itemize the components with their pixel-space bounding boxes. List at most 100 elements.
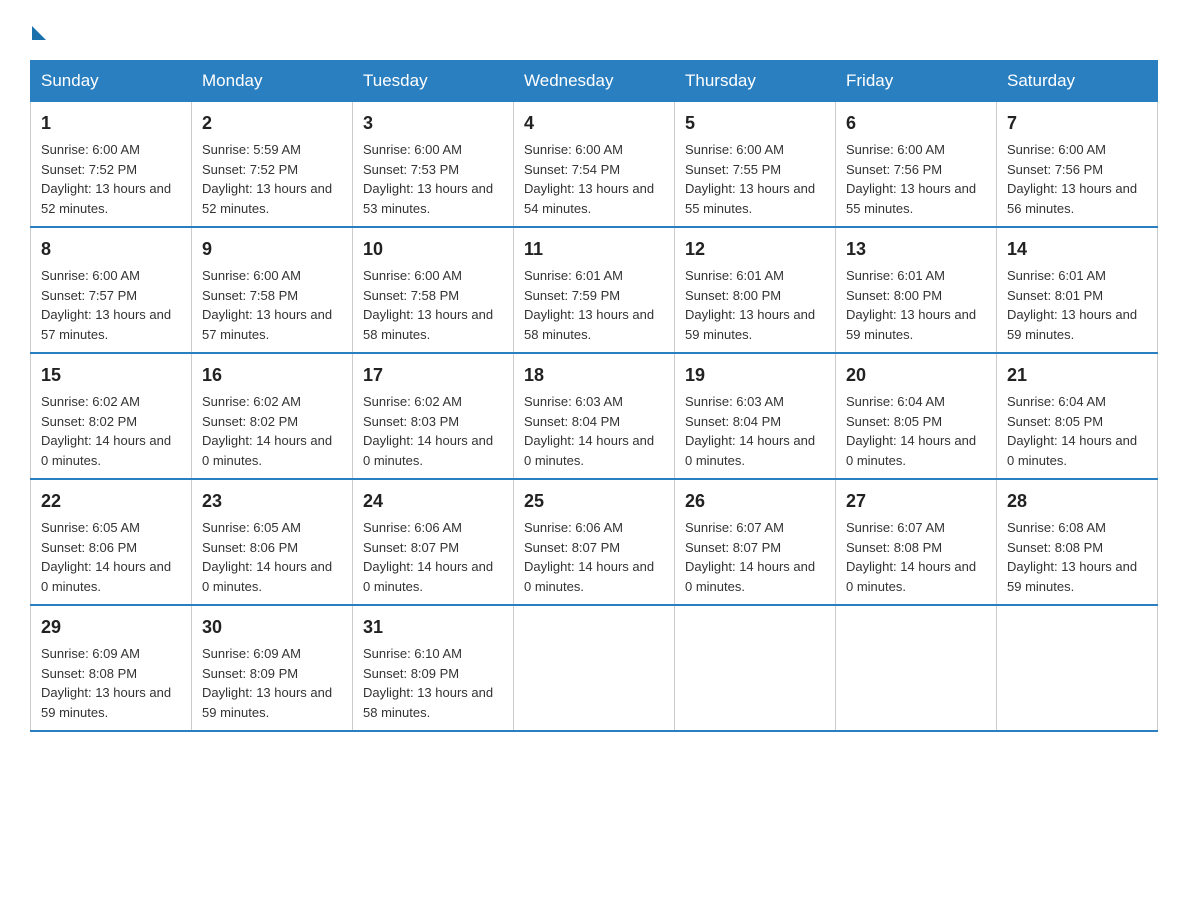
day-info: Sunrise: 6:01 AMSunset: 8:01 PMDaylight:… — [1007, 266, 1147, 344]
day-info: Sunrise: 6:06 AMSunset: 8:07 PMDaylight:… — [363, 518, 503, 596]
calendar-cell: 16 Sunrise: 6:02 AMSunset: 8:02 PMDayligh… — [192, 353, 353, 479]
calendar-cell: 17Sunrise: 6:02 AMSunset: 8:03 PMDayligh… — [353, 353, 514, 479]
day-number: 2 — [202, 110, 342, 137]
day-number: 24 — [363, 488, 503, 515]
calendar-week-row: 29Sunrise: 6:09 AMSunset: 8:08 PMDayligh… — [31, 605, 1158, 731]
day-number: 20 — [846, 362, 986, 389]
day-info: Sunrise: 6:07 AMSunset: 8:07 PMDaylight:… — [685, 518, 825, 596]
day-number: 16 — [202, 362, 342, 389]
day-info: Sunrise: 6:03 AMSunset: 8:04 PMDaylight:… — [685, 392, 825, 470]
calendar-cell: 29Sunrise: 6:09 AMSunset: 8:08 PMDayligh… — [31, 605, 192, 731]
calendar-cell: 19 Sunrise: 6:03 AMSunset: 8:04 PMDayligh… — [675, 353, 836, 479]
calendar-cell — [675, 605, 836, 731]
day-number: 23 — [202, 488, 342, 515]
day-number: 9 — [202, 236, 342, 263]
day-number: 3 — [363, 110, 503, 137]
day-info: Sunrise: 6:00 AMSunset: 7:55 PMDaylight:… — [685, 140, 825, 218]
day-number: 28 — [1007, 488, 1147, 515]
header-thursday: Thursday — [675, 61, 836, 102]
calendar-week-row: 22Sunrise: 6:05 AMSunset: 8:06 PMDayligh… — [31, 479, 1158, 605]
day-number: 18 — [524, 362, 664, 389]
calendar-cell: 7 Sunrise: 6:00 AMSunset: 7:56 PMDaylight… — [997, 102, 1158, 228]
day-info: Sunrise: 6:02 AMSunset: 8:02 PMDaylight:… — [202, 392, 342, 470]
calendar-cell: 12 Sunrise: 6:01 AMSunset: 8:00 PMDayligh… — [675, 227, 836, 353]
calendar-cell: 10Sunrise: 6:00 AMSunset: 7:58 PMDayligh… — [353, 227, 514, 353]
calendar-cell: 14Sunrise: 6:01 AMSunset: 8:01 PMDayligh… — [997, 227, 1158, 353]
day-info: Sunrise: 6:00 AMSunset: 7:52 PMDaylight:… — [41, 140, 181, 218]
day-info: Sunrise: 6:03 AMSunset: 8:04 PMDaylight:… — [524, 392, 664, 470]
calendar-cell: 23 Sunrise: 6:05 AMSunset: 8:06 PMDayligh… — [192, 479, 353, 605]
calendar-cell: 15Sunrise: 6:02 AMSunset: 8:02 PMDayligh… — [31, 353, 192, 479]
day-info: Sunrise: 6:10 AMSunset: 8:09 PMDaylight:… — [363, 644, 503, 722]
day-info: Sunrise: 6:09 AMSunset: 8:09 PMDaylight:… — [202, 644, 342, 722]
calendar-week-row: 1 Sunrise: 6:00 AMSunset: 7:52 PMDaylight… — [31, 102, 1158, 228]
day-number: 4 — [524, 110, 664, 137]
page-header — [30, 20, 1158, 42]
calendar-cell: 8 Sunrise: 6:00 AMSunset: 7:57 PMDaylight… — [31, 227, 192, 353]
day-info: Sunrise: 6:01 AMSunset: 8:00 PMDaylight:… — [685, 266, 825, 344]
day-info: Sunrise: 6:07 AMSunset: 8:08 PMDaylight:… — [846, 518, 986, 596]
day-number: 1 — [41, 110, 181, 137]
calendar-cell: 27 Sunrise: 6:07 AMSunset: 8:08 PMDayligh… — [836, 479, 997, 605]
day-number: 27 — [846, 488, 986, 515]
day-info: Sunrise: 6:01 AMSunset: 8:00 PMDaylight:… — [846, 266, 986, 344]
day-info: Sunrise: 6:05 AMSunset: 8:06 PMDaylight:… — [41, 518, 181, 596]
calendar-table: SundayMondayTuesdayWednesdayThursdayFrid… — [30, 60, 1158, 732]
calendar-cell: 3 Sunrise: 6:00 AMSunset: 7:53 PMDaylight… — [353, 102, 514, 228]
logo-triangle-icon — [32, 26, 46, 40]
day-number: 15 — [41, 362, 181, 389]
header-tuesday: Tuesday — [353, 61, 514, 102]
calendar-cell — [997, 605, 1158, 731]
calendar-header-row: SundayMondayTuesdayWednesdayThursdayFrid… — [31, 61, 1158, 102]
day-number: 6 — [846, 110, 986, 137]
day-info: Sunrise: 6:00 AMSunset: 7:53 PMDaylight:… — [363, 140, 503, 218]
day-info: Sunrise: 6:00 AMSunset: 7:56 PMDaylight:… — [846, 140, 986, 218]
calendar-cell: 21Sunrise: 6:04 AMSunset: 8:05 PMDayligh… — [997, 353, 1158, 479]
calendar-cell: 5 Sunrise: 6:00 AMSunset: 7:55 PMDaylight… — [675, 102, 836, 228]
day-info: Sunrise: 6:06 AMSunset: 8:07 PMDaylight:… — [524, 518, 664, 596]
day-info: Sunrise: 6:01 AMSunset: 7:59 PMDaylight:… — [524, 266, 664, 344]
calendar-cell: 13Sunrise: 6:01 AMSunset: 8:00 PMDayligh… — [836, 227, 997, 353]
day-info: Sunrise: 6:00 AMSunset: 7:54 PMDaylight:… — [524, 140, 664, 218]
day-number: 5 — [685, 110, 825, 137]
calendar-cell: 31 Sunrise: 6:10 AMSunset: 8:09 PMDayligh… — [353, 605, 514, 731]
calendar-cell: 18 Sunrise: 6:03 AMSunset: 8:04 PMDayligh… — [514, 353, 675, 479]
day-number: 7 — [1007, 110, 1147, 137]
day-info: Sunrise: 6:04 AMSunset: 8:05 PMDaylight:… — [1007, 392, 1147, 470]
day-info: Sunrise: 6:04 AMSunset: 8:05 PMDaylight:… — [846, 392, 986, 470]
day-info: Sunrise: 6:02 AMSunset: 8:03 PMDaylight:… — [363, 392, 503, 470]
day-number: 31 — [363, 614, 503, 641]
day-number: 12 — [685, 236, 825, 263]
day-number: 29 — [41, 614, 181, 641]
day-info: Sunrise: 6:00 AMSunset: 7:58 PMDaylight:… — [202, 266, 342, 344]
header-wednesday: Wednesday — [514, 61, 675, 102]
calendar-cell — [514, 605, 675, 731]
calendar-cell: 9 Sunrise: 6:00 AMSunset: 7:58 PMDaylight… — [192, 227, 353, 353]
day-info: Sunrise: 5:59 AMSunset: 7:52 PMDaylight:… — [202, 140, 342, 218]
calendar-week-row: 15 Sunrise: 6:02 AMSunset: 8:02 PMDayligh… — [31, 353, 1158, 479]
header-monday: Monday — [192, 61, 353, 102]
calendar-week-row: 8 Sunrise: 6:00 AMSunset: 7:57 PMDaylight… — [31, 227, 1158, 353]
calendar-cell: 11 Sunrise: 6:01 AMSunset: 7:59 PMDayligh… — [514, 227, 675, 353]
day-info: Sunrise: 6:00 AMSunset: 7:57 PMDaylight:… — [41, 266, 181, 344]
calendar-cell: 22Sunrise: 6:05 AMSunset: 8:06 PMDayligh… — [31, 479, 192, 605]
calendar-cell: 24 Sunrise: 6:06 AMSunset: 8:07 PMDayligh… — [353, 479, 514, 605]
day-info: Sunrise: 6:08 AMSunset: 8:08 PMDaylight:… — [1007, 518, 1147, 596]
calendar-cell: 6 Sunrise: 6:00 AMSunset: 7:56 PMDaylight… — [836, 102, 997, 228]
day-number: 19 — [685, 362, 825, 389]
calendar-cell: 25 Sunrise: 6:06 AMSunset: 8:07 PMDayligh… — [514, 479, 675, 605]
day-number: 8 — [41, 236, 181, 263]
calendar-cell: 20 Sunrise: 6:04 AMSunset: 8:05 PMDayligh… — [836, 353, 997, 479]
day-info: Sunrise: 6:00 AMSunset: 7:56 PMDaylight:… — [1007, 140, 1147, 218]
calendar-cell: 2 Sunrise: 5:59 AMSunset: 7:52 PMDaylight… — [192, 102, 353, 228]
day-number: 11 — [524, 236, 664, 263]
day-info: Sunrise: 6:00 AMSunset: 7:58 PMDaylight:… — [363, 266, 503, 344]
calendar-cell: 28 Sunrise: 6:08 AMSunset: 8:08 PMDayligh… — [997, 479, 1158, 605]
calendar-cell: 26Sunrise: 6:07 AMSunset: 8:07 PMDayligh… — [675, 479, 836, 605]
day-number: 25 — [524, 488, 664, 515]
calendar-cell: 4 Sunrise: 6:00 AMSunset: 7:54 PMDaylight… — [514, 102, 675, 228]
calendar-cell: 1 Sunrise: 6:00 AMSunset: 7:52 PMDaylight… — [31, 102, 192, 228]
logo — [30, 20, 50, 42]
day-info: Sunrise: 6:05 AMSunset: 8:06 PMDaylight:… — [202, 518, 342, 596]
day-number: 30 — [202, 614, 342, 641]
